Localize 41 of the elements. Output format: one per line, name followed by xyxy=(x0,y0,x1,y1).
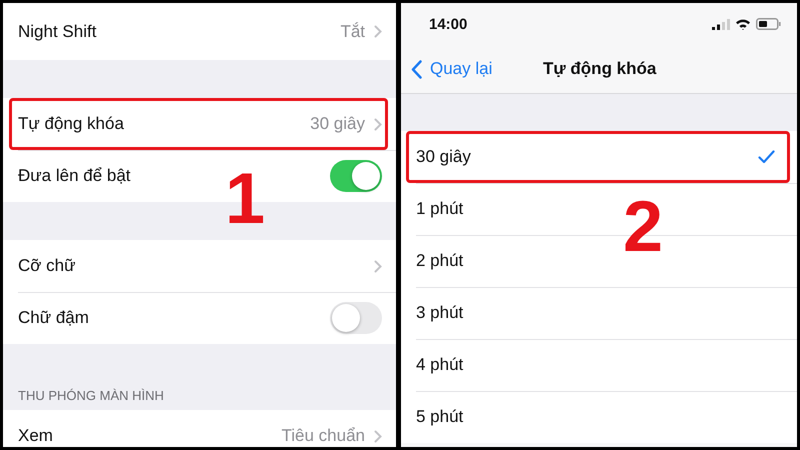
row-value: 30 giây xyxy=(310,114,365,134)
option-label: 1 phút xyxy=(416,199,464,219)
checkmark-icon xyxy=(758,150,775,164)
row-label: Tự động khóa xyxy=(18,114,124,134)
toggle-switch[interactable] xyxy=(330,302,382,334)
step-number: 2 xyxy=(623,191,664,263)
nav-title: Tự động khóa xyxy=(543,59,656,79)
row-label: Đưa lên để bật xyxy=(18,166,131,186)
settings-row[interactable]: Cỡ chữ xyxy=(3,240,396,292)
signal-icon xyxy=(712,18,730,30)
option-row[interactable]: 30 giây xyxy=(401,131,797,183)
back-button[interactable]: Quay lại xyxy=(411,59,492,79)
settings-row[interactable]: Tự động khóa 30 giây xyxy=(3,98,396,150)
section-header: THU PHÓNG MÀN HÌNH xyxy=(18,388,164,403)
option-label: 4 phút xyxy=(416,355,464,375)
row-label: Xem xyxy=(18,426,53,446)
toggle-switch[interactable] xyxy=(330,160,382,192)
option-row[interactable]: 3 phút xyxy=(401,287,797,339)
wifi-icon xyxy=(735,18,751,30)
option-label: 3 phút xyxy=(416,303,464,323)
row-label: Cỡ chữ xyxy=(18,256,76,276)
step-number: 1 xyxy=(225,163,266,235)
option-row[interactable]: 5 phút xyxy=(401,391,797,443)
option-row[interactable]: 4 phút xyxy=(401,339,797,391)
chevron-icon xyxy=(374,260,382,272)
battery-icon xyxy=(756,18,781,30)
row-value: Tiêu chuẩn xyxy=(282,426,365,446)
status-time: 14:00 xyxy=(429,16,468,32)
settings-row[interactable]: Chữ đậm xyxy=(3,292,396,344)
settings-row[interactable]: Night Shift Tắt xyxy=(3,3,396,60)
row-label: Chữ đậm xyxy=(18,308,89,328)
option-label: 5 phút xyxy=(416,407,464,427)
settings-row[interactable]: Xem Tiêu chuẩn xyxy=(3,410,396,447)
row-value: Tắt xyxy=(340,22,365,42)
chevron-icon xyxy=(374,430,382,442)
back-chevron-icon xyxy=(411,60,422,78)
chevron-icon xyxy=(374,25,382,38)
option-label: 30 giây xyxy=(416,147,471,167)
option-label: 2 phút xyxy=(416,251,464,271)
chevron-icon xyxy=(374,118,382,130)
row-label: Night Shift xyxy=(18,22,96,42)
